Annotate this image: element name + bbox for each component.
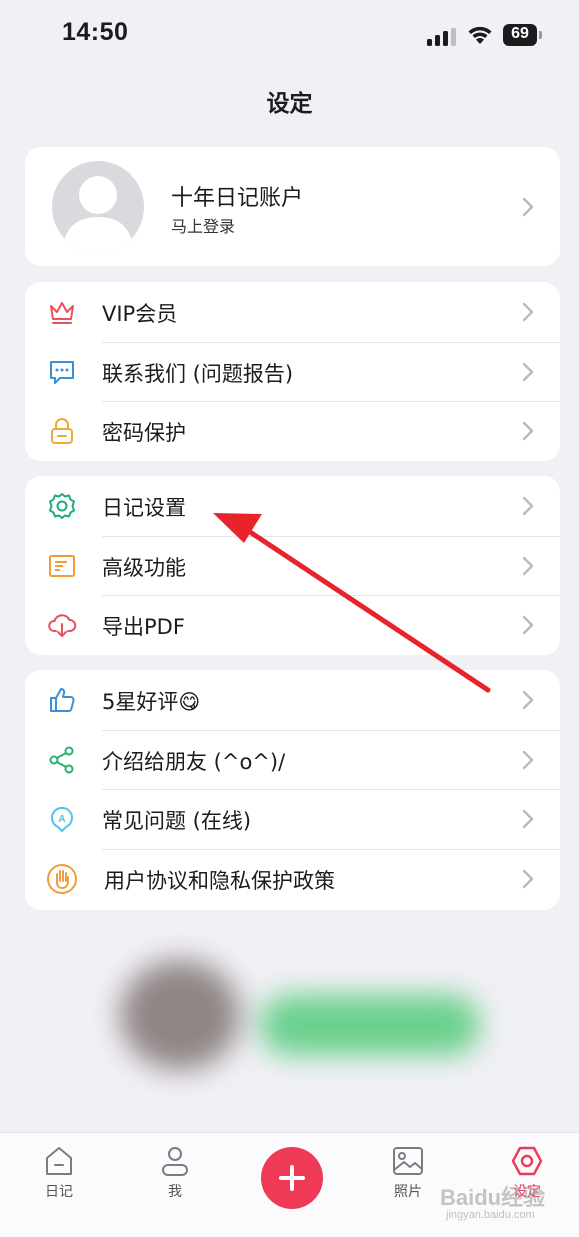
battery-indicator: 69: [503, 24, 537, 46]
blurred-avatar: [120, 960, 240, 1070]
battery-nub: [539, 31, 542, 39]
menu-item-rate[interactable]: 5星好评😋: [25, 670, 560, 730]
menu-item-label: 联系我们 (问题报告): [102, 361, 294, 386]
menu-item-label: 导出PDF: [102, 615, 185, 639]
share-icon: [49, 746, 74, 773]
document-icon: [49, 554, 75, 577]
tab-label: 我: [168, 1184, 182, 1200]
settings-icon: [511, 1146, 543, 1176]
menu-item-label: VIP会员: [102, 302, 178, 326]
plus-icon: [279, 1165, 305, 1191]
status-bar: 14:50 69: [0, 0, 579, 70]
help-bubble-icon: A: [51, 806, 73, 832]
chevron-right-icon: [522, 750, 534, 769]
wifi-icon: [468, 26, 492, 44]
person-icon: [162, 1147, 188, 1176]
chevron-right-icon: [522, 362, 534, 381]
menu-item-label: 密码保护: [102, 421, 186, 445]
chevron-right-icon: [522, 421, 534, 441]
tab-diary[interactable]: 日记: [19, 1145, 99, 1201]
photo-icon: [393, 1147, 423, 1175]
chevron-right-icon: [522, 556, 534, 575]
chevron-right-icon: [522, 809, 534, 829]
menu-group-social: 5星好评😋 介绍给朋友 (^o^)/ A 常见问题 (在线) 用户协议和隐私保护…: [25, 670, 560, 910]
account-card[interactable]: 十年日记账户 马上登录: [25, 147, 560, 266]
cellular-signal-icon: [427, 28, 456, 46]
chevron-right-icon: [522, 615, 534, 635]
menu-item-diary-settings[interactable]: 日记设置: [25, 476, 560, 536]
avatar: [52, 161, 144, 253]
menu-item-label: 常见问题 (在线): [102, 809, 252, 833]
menu-item-export-pdf[interactable]: 导出PDF: [25, 595, 560, 655]
svg-text:A: A: [58, 814, 65, 825]
menu-item-label: 高级功能: [102, 555, 186, 580]
chevron-right-icon: [522, 869, 534, 888]
chat-icon: [50, 360, 74, 384]
tab-me[interactable]: 我: [135, 1145, 215, 1201]
gear-icon: [49, 493, 75, 519]
thumbs-up-icon: [50, 688, 75, 712]
watermark: Baidu经验: [440, 1185, 546, 1210]
tab-label: 照片: [394, 1184, 422, 1200]
menu-item-label: 介绍给朋友 (^o^)/: [102, 749, 286, 774]
lock-icon: [51, 418, 73, 444]
page-title: 设定: [266, 91, 313, 117]
diary-icon: [46, 1147, 72, 1175]
default-avatar-icon: [62, 176, 134, 253]
chevron-right-icon: [522, 690, 534, 710]
battery-level: 69: [511, 25, 529, 42]
blurred-promo: [60, 935, 550, 1105]
menu-item-contact[interactable]: 联系我们 (问题报告): [25, 341, 560, 402]
account-name: 十年日记账户: [171, 186, 304, 211]
crown-icon: [50, 302, 74, 324]
menu-item-privacy[interactable]: 用户协议和隐私保护政策: [25, 848, 560, 909]
chevron-right-icon: [522, 496, 534, 516]
menu-item-password[interactable]: 密码保护: [25, 401, 560, 461]
status-time: 14:50: [62, 18, 129, 46]
menu-item-label: 用户协议和隐私保护政策: [104, 868, 335, 893]
menu-item-share[interactable]: 介绍给朋友 (^o^)/: [25, 729, 560, 790]
menu-item-label: 5星好评😋: [102, 690, 201, 714]
menu-item-advanced[interactable]: 高级功能: [25, 535, 560, 596]
menu-item-faq[interactable]: A 常见问题 (在线): [25, 789, 560, 849]
hand-icon: [47, 863, 77, 894]
menu-group-account: VIP会员 联系我们 (问题报告) 密码保护: [25, 282, 560, 461]
login-link[interactable]: 马上登录: [171, 213, 235, 237]
menu-item-label: 日记设置: [102, 496, 186, 520]
tab-label: 日记: [45, 1184, 73, 1200]
tab-photos[interactable]: 照片: [368, 1145, 448, 1201]
watermark-url: jingyan.baidu.com: [446, 1209, 535, 1221]
cloud-download-icon: [48, 614, 77, 637]
chevron-right-icon: [522, 302, 534, 322]
menu-item-vip[interactable]: VIP会员: [25, 282, 560, 342]
blurred-button: [260, 995, 480, 1055]
chevron-right-icon: [522, 197, 534, 217]
menu-group-diary: 日记设置 高级功能 导出PDF: [25, 476, 560, 655]
add-entry-button[interactable]: [261, 1147, 323, 1209]
